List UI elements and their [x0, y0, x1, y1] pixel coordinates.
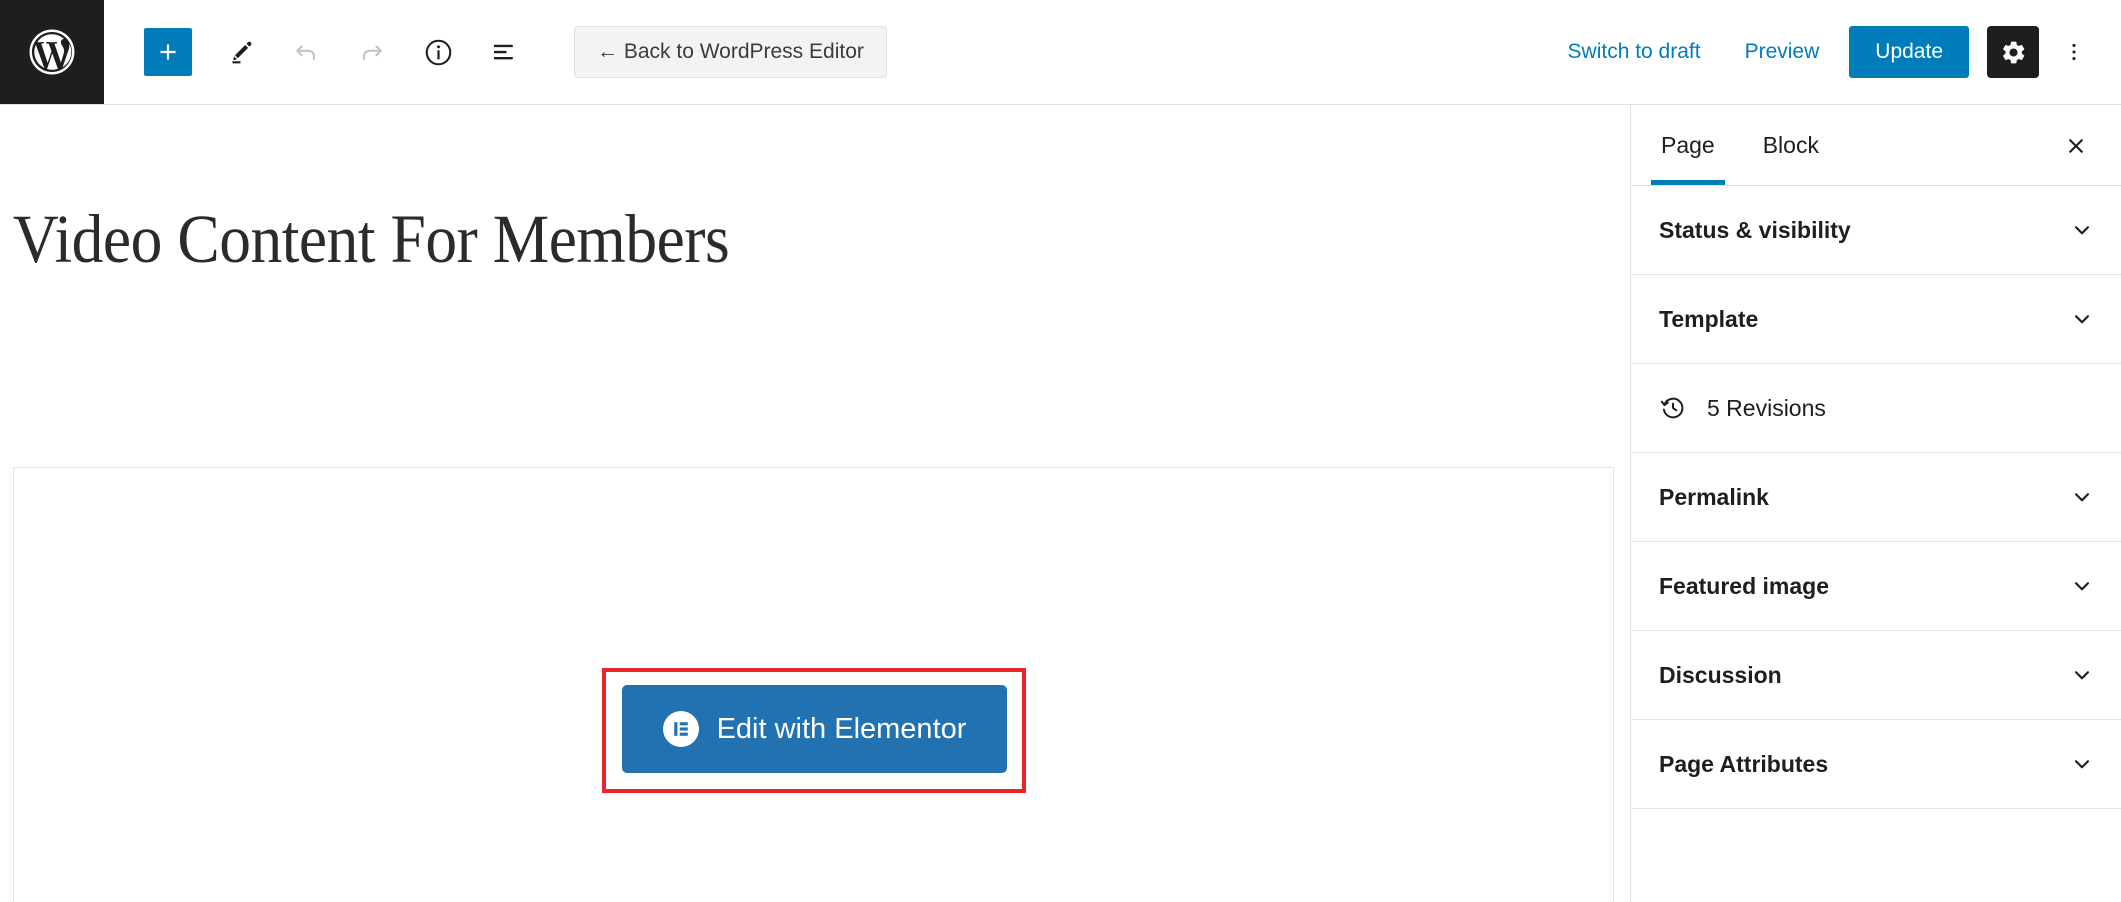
- chevron-down-icon: [2069, 306, 2095, 332]
- chevron-down-icon: [2069, 217, 2095, 243]
- wordpress-logo-icon[interactable]: [0, 0, 104, 104]
- list-view-icon: [494, 44, 513, 60]
- sidebar-tab-bar: Page Block: [1631, 105, 2121, 186]
- kebab-menu-icon: [2072, 43, 2076, 61]
- list-view-button[interactable]: [476, 24, 532, 80]
- sidebar-item-label: Discussion: [1659, 661, 1782, 688]
- gear-icon: [2002, 41, 2024, 63]
- update-button[interactable]: Update: [1849, 26, 1969, 78]
- editor-canvas: Video Content For Members Edit with Elem…: [0, 105, 1630, 902]
- sidebar-item-template[interactable]: Template: [1631, 275, 2121, 364]
- redo-arrow-icon: [363, 45, 382, 61]
- edit-with-elementor-button[interactable]: Edit with Elementor: [622, 685, 1007, 773]
- redo-button[interactable]: [344, 24, 400, 80]
- sidebar-item-label: Template: [1659, 305, 1759, 332]
- back-to-wordpress-editor-button[interactable]: ← Back to WordPress Editor: [574, 26, 887, 78]
- settings-sidebar: Page Block Status & visibility Template: [1630, 105, 2121, 902]
- undo-arrow-icon: [296, 45, 315, 61]
- chevron-down-icon: [2069, 662, 2095, 688]
- sidebar-item-label: Page Attributes: [1659, 750, 1829, 777]
- sidebar-item-label: Featured image: [1659, 572, 1829, 599]
- page-title[interactable]: Video Content For Members: [0, 105, 1500, 274]
- undo-button[interactable]: [278, 24, 334, 80]
- close-sidebar-button[interactable]: [2053, 123, 2099, 169]
- preview-button[interactable]: Preview: [1731, 30, 1834, 74]
- sidebar-item-revisions[interactable]: 5 Revisions: [1631, 364, 2121, 453]
- details-button[interactable]: [410, 24, 466, 80]
- sidebar-item-label: 5 Revisions: [1707, 394, 1826, 421]
- header-left-toolbar: ← Back to WordPress Editor: [104, 0, 887, 104]
- info-circle-icon: [425, 39, 451, 65]
- editor-body: Video Content For Members Edit with Elem…: [0, 105, 2121, 902]
- chevron-down-icon: [2069, 751, 2095, 777]
- sidebar-item-label: Permalink: [1659, 483, 1769, 510]
- sidebar-item-label: Status & visibility: [1659, 216, 1851, 243]
- header-right-actions: Switch to draft Preview Update: [1554, 0, 2121, 104]
- elementor-logo-icon: [662, 711, 699, 747]
- sidebar-item-page-attributes[interactable]: Page Attributes: [1631, 720, 2121, 809]
- add-block-button[interactable]: [144, 28, 192, 76]
- sidebar-item-status-visibility[interactable]: Status & visibility: [1631, 186, 2121, 275]
- switch-to-draft-button[interactable]: Switch to draft: [1554, 30, 1715, 74]
- sidebar-item-permalink[interactable]: Permalink: [1631, 453, 2121, 542]
- tab-page[interactable]: Page: [1637, 105, 1739, 185]
- sidebar-item-featured-image[interactable]: Featured image: [1631, 542, 2121, 631]
- editor-header: ← Back to WordPress Editor Switch to dra…: [0, 0, 2121, 105]
- plus-icon: [160, 44, 176, 60]
- settings-button[interactable]: [1987, 26, 2039, 78]
- tools-pencil-button[interactable]: [212, 24, 268, 80]
- more-options-button[interactable]: [2053, 26, 2095, 78]
- close-x-icon: [2069, 139, 2083, 153]
- chevron-down-icon: [2069, 573, 2095, 599]
- chevron-down-icon: [2069, 484, 2095, 510]
- wordpress-block-editor: ← Back to WordPress Editor Switch to dra…: [0, 0, 2121, 902]
- revisions-clock-icon: [1659, 394, 1687, 422]
- pencil-icon: [232, 41, 252, 64]
- sidebar-empty-space: [1631, 809, 2121, 902]
- sidebar-item-discussion[interactable]: Discussion: [1631, 631, 2121, 720]
- edit-with-elementor-label: Edit with Elementor: [716, 712, 967, 745]
- tab-block[interactable]: Block: [1739, 105, 1843, 185]
